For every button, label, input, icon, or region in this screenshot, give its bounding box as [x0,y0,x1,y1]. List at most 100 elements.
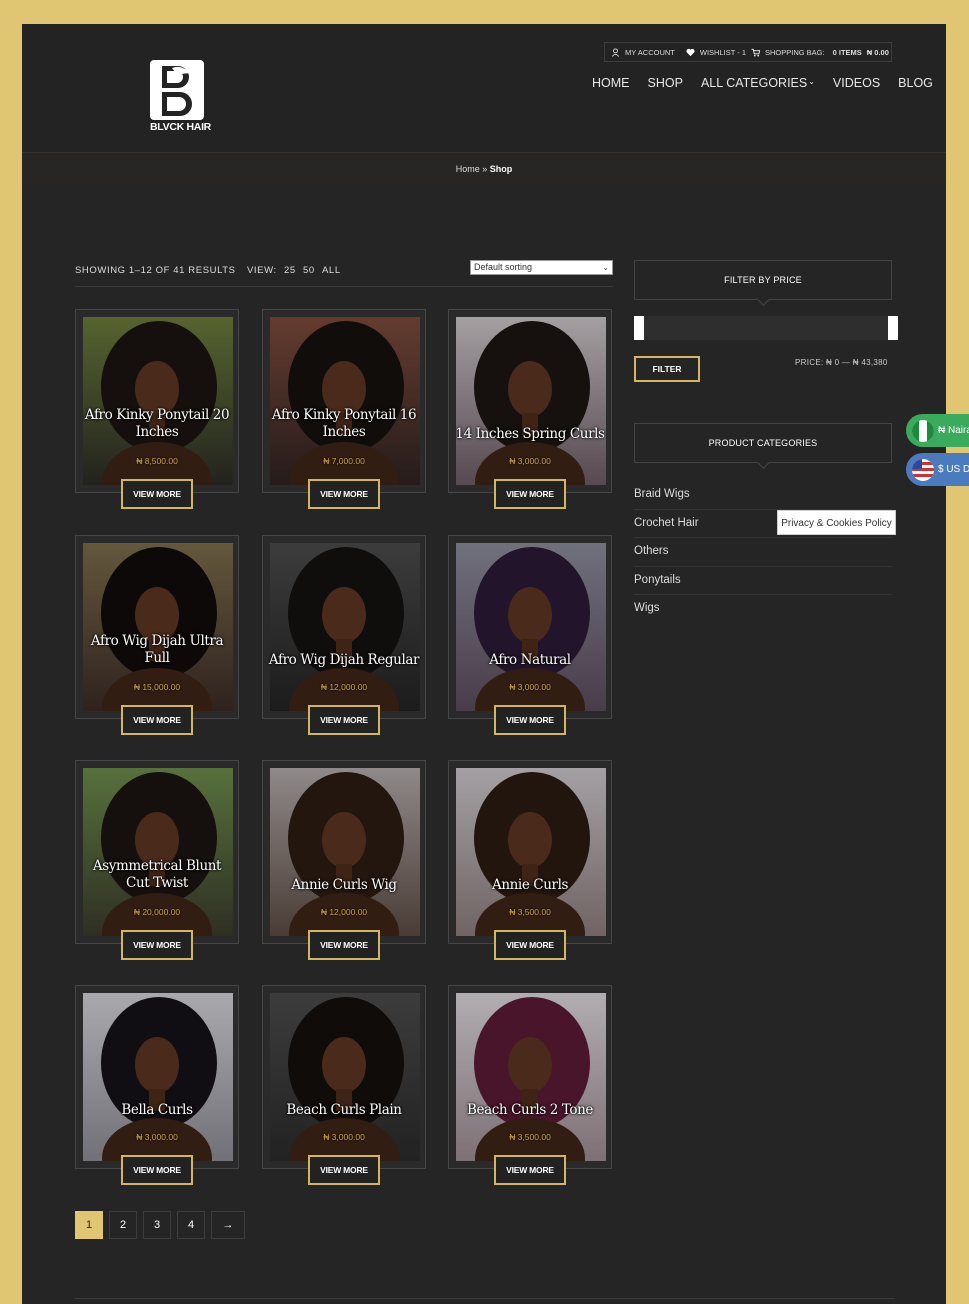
currency-usd-button[interactable]: $ US Dollar [906,453,969,486]
currency-naira-button[interactable]: ₦ Naira [906,414,969,447]
filter-button[interactable]: FILTER [634,356,700,382]
view-more-button[interactable]: VIEW MORE [494,930,566,960]
top-account-bar: MY ACCOUNT WISHLIST - 1 SHOPPING BAG: 0 … [604,42,892,62]
nav-all-categories[interactable]: ALL CATEGORIES ⌄ [701,76,815,90]
product-card[interactable]: Annie Curls Wig ₦ 12,000.00 VIEW MORE [262,760,426,960]
nav-videos[interactable]: VIDEOS [833,76,880,90]
product-card[interactable]: 14 Inches Spring Curls ₦ 3,000.00 VIEW MOR… [448,309,612,509]
product-price: ₦ 7,000.00 [323,456,365,466]
product-title[interactable]: Afro Kinky Ponytail 16 Inches [267,407,421,441]
nav-blog[interactable]: BLOG [898,76,933,90]
nigeria-flag-icon [912,419,934,442]
filter-by-price-title: FILTER BY PRICE [724,275,802,285]
chevron-down-icon: ⌄ [808,76,815,86]
product-title[interactable]: Beach Curls Plain [267,1102,421,1119]
page-2-button[interactable]: 2 [109,1211,137,1239]
privacy-cookies-policy-button[interactable]: Privacy & Cookies Policy [777,510,896,535]
product-card[interactable]: Beach Curls 2 Tone ₦ 3,500.00 VIEW MORE [448,985,612,1185]
view-more-button[interactable]: VIEW MORE [308,705,380,735]
view-more-button[interactable]: VIEW MORE [121,1155,193,1185]
view-more-button[interactable]: VIEW MORE [308,930,380,960]
currency-naira-label: ₦ Naira [938,425,969,436]
price-range: PRICE: ₦ 0 — ₦ 43,380 [795,358,888,367]
sort-select-value: Default sorting [474,262,533,272]
my-account-link[interactable]: MY ACCOUNT [625,48,675,57]
chevron-down-icon: ⌄ [602,263,609,272]
product-title[interactable]: Bella Curls [80,1102,234,1119]
price-label: PRICE: [795,358,824,367]
view-more-button[interactable]: VIEW MORE [308,479,380,509]
price-slider[interactable] [634,316,898,340]
price-slider-max-handle[interactable] [888,316,898,340]
product-title[interactable]: Annie Curls Wig [267,877,421,894]
product-card[interactable]: Annie Curls ₦ 3,500.00 VIEW MORE [448,760,612,960]
product-card[interactable]: Afro Wig Dijah Ultra Full ₦ 15,000.00 VIEW… [75,535,239,735]
product-price: ₦ 20,000.00 [133,907,181,917]
breadcrumb-home[interactable]: Home [456,164,480,174]
view-more-button[interactable]: VIEW MORE [121,705,193,735]
product-title[interactable]: Beach Curls 2 Tone [453,1102,607,1119]
view-more-button[interactable]: VIEW MORE [121,479,193,509]
product-price: ₦ 3,500.00 [509,1132,551,1142]
product-price: ₦ 3,000.00 [136,1132,178,1142]
logo-text: BLVCK HAIR [150,121,211,133]
product-card[interactable]: Afro Kinky Ponytail 20 Inches ₦ 8,500.00 V… [75,309,239,509]
product-categories-title: PRODUCT CATEGORIES [708,438,818,448]
next-page-button[interactable]: → [211,1211,245,1239]
result-count: SHOWING 1–12 OF 41 RESULTS [75,265,236,276]
breadcrumb-bar: Home » Shop [22,152,946,185]
product-card[interactable]: Beach Curls Plain ₦ 3,000.00 VIEW MORE [262,985,426,1185]
breadcrumb-separator: » [482,164,488,174]
view-option-25[interactable]: 25 [284,265,296,276]
product-price: ₦ 8,500.00 [136,456,178,466]
product-title[interactable]: Afro Wig Dijah Ultra Full [80,633,234,667]
product-price: ₦ 15,000.00 [133,682,181,692]
product-price: ₦ 3,000.00 [509,456,551,466]
breadcrumb: Home » Shop [22,164,946,174]
product-price: ₦ 3,000.00 [323,1132,365,1142]
nav-home[interactable]: HOME [592,76,630,90]
page: BLVCK HAIR MY ACCOUNT WISHLIST - 1 SHOPP… [22,24,946,1304]
category-list: Braid Wigs Crochet Hair Others Ponytails… [634,481,892,624]
category-ponytails[interactable]: Ponytails [634,567,892,595]
cart-icon [751,48,760,56]
product-price: ₦ 12,000.00 [320,682,368,692]
sort-select[interactable]: Default sorting ⌄ [470,260,613,275]
divider [75,286,613,287]
product-card[interactable]: Afro Natural ₦ 3,000.00 VIEW MORE [448,535,612,735]
nav-shop[interactable]: SHOP [648,76,683,90]
category-braid-wigs[interactable]: Braid Wigs [634,481,892,510]
currency-usd-label: $ US Dollar [938,464,969,475]
category-wigs[interactable]: Wigs [634,595,892,624]
view-more-button[interactable]: VIEW MORE [121,930,193,960]
product-title[interactable]: Annie Curls [453,877,607,894]
us-flag-icon [912,458,934,481]
product-card[interactable]: Asymmetrical Blunt Cut Twist ₦ 20,000.00 V… [75,760,239,960]
product-card[interactable]: Bella Curls ₦ 3,000.00 VIEW MORE [75,985,239,1185]
view-option-all[interactable]: ALL [322,265,341,276]
category-others[interactable]: Others [634,538,892,567]
product-title[interactable]: Afro Kinky Ponytail 20 Inches [80,407,234,441]
product-card[interactable]: Afro Wig Dijah Regular ₦ 12,000.00 VIEW MO… [262,535,426,735]
product-title[interactable]: 14 Inches Spring Curls [453,426,607,443]
shopping-bag-label[interactable]: SHOPPING BAG: [765,48,825,57]
breadcrumb-current: Shop [489,164,513,174]
price-slider-min-handle[interactable] [634,316,644,340]
wishlist-link[interactable]: WISHLIST - 1 [700,48,746,57]
view-option-50[interactable]: 50 [303,265,315,276]
page-4-button[interactable]: 4 [177,1211,205,1239]
product-card[interactable]: Afro Kinky Ponytail 16 Inches ₦ 7,000.00 V… [262,309,426,509]
page-1-button[interactable]: 1 [75,1211,103,1239]
bag-items-count: 0 ITEMS [832,47,862,57]
product-title[interactable]: Asymmetrical Blunt Cut Twist [80,858,234,892]
product-title[interactable]: Afro Wig Dijah Regular [267,652,421,669]
product-categories-heading: PRODUCT CATEGORIES [634,423,892,469]
heart-icon [686,48,695,56]
view-more-button[interactable]: VIEW MORE [494,479,566,509]
view-more-button[interactable]: VIEW MORE [494,705,566,735]
price-min: ₦ 0 [826,358,840,367]
page-3-button[interactable]: 3 [143,1211,171,1239]
view-more-button[interactable]: VIEW MORE [308,1155,380,1185]
product-title[interactable]: Afro Natural [453,652,607,669]
view-more-button[interactable]: VIEW MORE [494,1155,566,1185]
